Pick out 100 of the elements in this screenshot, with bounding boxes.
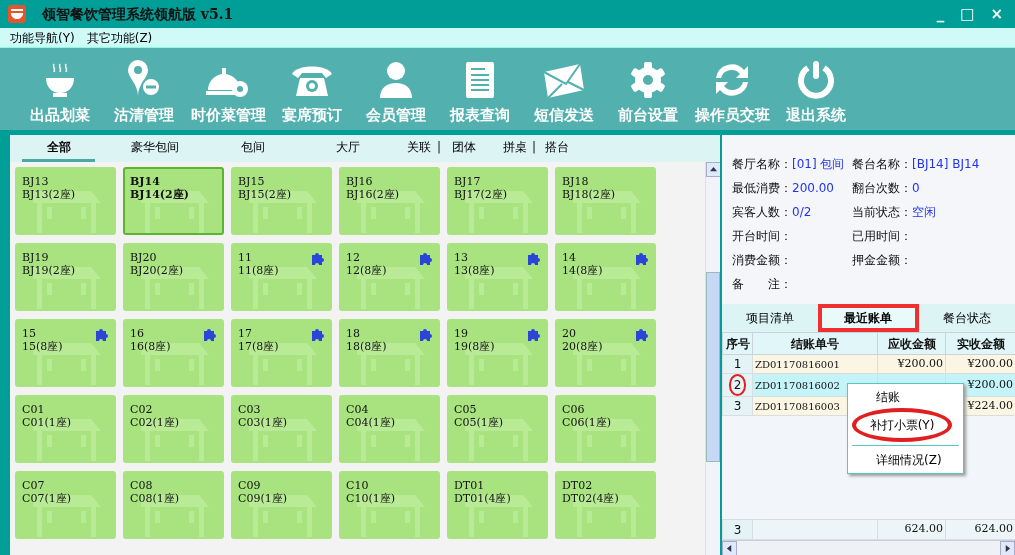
seat-label: 14(8座) [562, 264, 603, 277]
table-name: BJ13 [22, 175, 49, 188]
detail-label: 押金金额： [852, 253, 912, 267]
detail-tab[interactable]: 餐台状态 [918, 304, 1015, 333]
column-header: 序号 [722, 332, 753, 355]
seat-label: C08(1座) [130, 492, 179, 505]
table-name: C07 [22, 479, 45, 492]
table-name: C09 [238, 479, 261, 492]
table-tile[interactable]: BJ19 BJ19(2座) [15, 243, 116, 311]
table-name: BJ18 [562, 175, 589, 188]
table-name: 20 [562, 327, 576, 340]
table-tile[interactable]: C10 C10(1座) [339, 471, 440, 539]
seat-label: C01(1座) [22, 416, 71, 429]
table-name: C10 [346, 479, 369, 492]
category-tab[interactable]: 包间 [215, 135, 290, 162]
detail-label: 最低消费： [732, 181, 792, 195]
table-tile[interactable]: C09 C09(1座) [231, 471, 332, 539]
table-tile[interactable]: 17 17(8座) [231, 319, 332, 387]
category-tab[interactable]: 豪华包间 [95, 135, 215, 162]
category-tab[interactable]: 全部 [22, 135, 95, 162]
seat-label: C10(1座) [346, 492, 395, 505]
table-tile[interactable]: 19 19(8座) [447, 319, 548, 387]
table-tile[interactable]: C01 C01(1座) [15, 395, 116, 463]
table-tile[interactable]: BJ14 BJ14(2座) [123, 167, 224, 235]
detail-value: 200.00 [792, 181, 834, 195]
table-tile[interactable]: C05 C05(1座) [447, 395, 548, 463]
app-logo-icon [8, 5, 26, 23]
category-tab[interactable]: 拼桌 [503, 135, 527, 162]
detail-label: 消费金额： [732, 253, 792, 267]
seat-label: C02(1座) [130, 416, 179, 429]
seat-label: DT01(4座) [454, 492, 511, 505]
table-tile[interactable]: 15 15(8座) [15, 319, 116, 387]
table-name: BJ15 [238, 175, 265, 188]
detail-value: 空闲 [912, 205, 936, 219]
table-tile[interactable]: DT01 DT01(4座) [447, 471, 548, 539]
scroll-left-button[interactable] [722, 541, 737, 555]
table-tile[interactable]: C08 C08(1座) [123, 471, 224, 539]
seat-label: BJ14(2座) [130, 188, 189, 201]
left-arrow-icon [726, 545, 733, 552]
table-name: DT02 [562, 479, 593, 492]
category-tab[interactable]: 关联 [405, 135, 432, 162]
category-tab[interactable]: 团体 [446, 135, 482, 162]
table-tile[interactable]: 13 13(8座) [447, 243, 548, 311]
table-tile[interactable]: BJ13 BJ13(2座) [15, 167, 116, 235]
separator-mark: | [435, 139, 442, 156]
table-name: BJ20 [130, 251, 157, 264]
table-tile[interactable]: DT02 DT02(4座) [555, 471, 656, 539]
table-tile[interactable]: BJ18 BJ18(2座) [555, 167, 656, 235]
seat-label: BJ15(2座) [238, 188, 292, 201]
table-tile[interactable]: 18 18(8座) [339, 319, 440, 387]
table-tile[interactable]: C06 C06(1座) [555, 395, 656, 463]
table-name: BJ16 [346, 175, 373, 188]
category-tab[interactable]: 大厅 [290, 135, 405, 162]
detail-tab[interactable]: 项目清单 [722, 304, 819, 333]
detail-label: 翻台次数： [852, 181, 912, 195]
table-name: 17 [238, 327, 252, 340]
table-name: C01 [22, 403, 45, 416]
table-tile[interactable]: C04 C04(1座) [339, 395, 440, 463]
separator-mark: | [530, 139, 537, 156]
table-tile[interactable]: BJ20 BJ20(2座) [123, 243, 224, 311]
table-name: 19 [454, 327, 468, 340]
seat-label: BJ18(2座) [562, 188, 616, 201]
table-tile[interactable]: 11 11(8座) [231, 243, 332, 311]
seat-label: C05(1座) [454, 416, 503, 429]
table-tile[interactable]: 16 16(8座) [123, 319, 224, 387]
scroll-up-button[interactable] [706, 162, 720, 177]
table-tile[interactable]: BJ15 BJ15(2座) [231, 167, 332, 235]
table-name: 12 [346, 251, 360, 264]
table-tile[interactable]: 12 12(8座) [339, 243, 440, 311]
detail-label: 当前状态： [852, 205, 912, 219]
footer-cell: 624.00 [877, 519, 946, 540]
menu-item[interactable]: 详细情况(Z) [848, 449, 963, 471]
seat-label: 19(8座) [454, 340, 495, 353]
table-name: 15 [22, 327, 36, 340]
column-header: 应收金额 [877, 332, 946, 355]
detail-label: 餐厅名称： [732, 157, 792, 171]
table-tile[interactable]: 14 14(8座) [555, 243, 656, 311]
table-tile[interactable]: C02 C02(1座) [123, 395, 224, 463]
seat-label: 20(8座) [562, 340, 603, 353]
table-name: BJ14 [130, 175, 160, 188]
table-tile[interactable]: 20 20(8座) [555, 319, 656, 387]
seat-label: C04(1座) [346, 416, 395, 429]
table-name: BJ19 [22, 251, 49, 264]
table-name: BJ17 [454, 175, 481, 188]
table-tile[interactable]: C03 C03(1座) [231, 395, 332, 463]
table-tile[interactable]: C07 C07(1座) [15, 471, 116, 539]
table-name: C08 [130, 479, 153, 492]
table-name: 18 [346, 327, 360, 340]
column-header: 实收金额 [945, 332, 1015, 355]
seat-label: BJ17(2座) [454, 188, 508, 201]
detail-tab[interactable]: 最近账单 [818, 304, 919, 333]
scroll-thumb[interactable] [706, 272, 720, 462]
seat-label: 11(8座) [238, 264, 279, 277]
scroll-right-button[interactable] [1000, 541, 1015, 555]
table-tile[interactable]: BJ16 BJ16(2座) [339, 167, 440, 235]
category-tab[interactable]: 搭台 [541, 135, 573, 162]
menu-item[interactable]: 其它功能(Z) [80, 28, 159, 47]
table-tile[interactable]: BJ17 BJ17(2座) [447, 167, 548, 235]
menu-item[interactable]: 功能导航(Y) [4, 28, 81, 47]
detail-label: 备 注： [732, 277, 792, 291]
